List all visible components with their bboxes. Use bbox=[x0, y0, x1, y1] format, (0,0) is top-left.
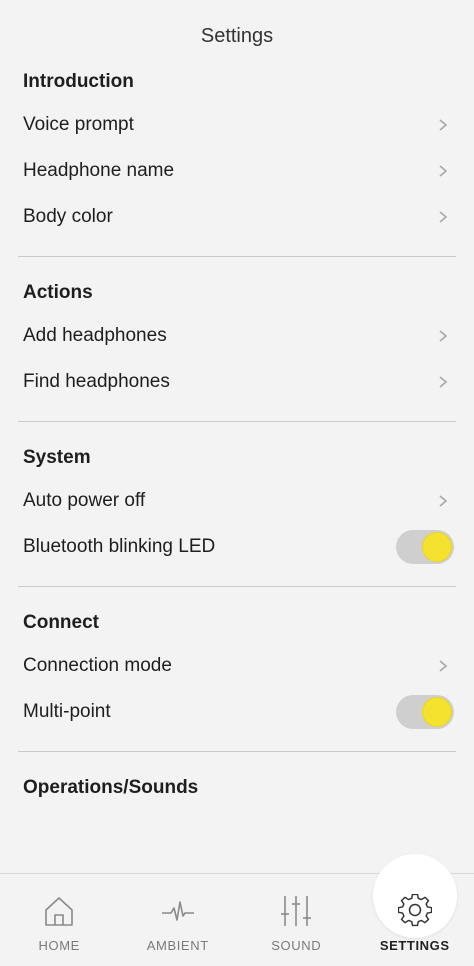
row-body-color[interactable]: Body color bbox=[18, 194, 456, 240]
divider bbox=[18, 421, 456, 422]
row-label: Auto power off bbox=[23, 490, 146, 511]
home-icon bbox=[45, 897, 74, 926]
row-label: Find headphones bbox=[23, 371, 170, 392]
chevron-right-icon bbox=[439, 330, 448, 342]
row-find-headphones[interactable]: Find headphones bbox=[18, 359, 456, 405]
row-label: Multi-point bbox=[23, 701, 111, 722]
bottom-tab-bar: HOME AMBIENT SOUND SETTINGS bbox=[0, 854, 474, 966]
section-connect: Connect Connection mode Multi-point bbox=[0, 603, 474, 735]
waveform-icon bbox=[161, 901, 194, 921]
section-system: System Auto power off Bluetooth blinking… bbox=[0, 438, 474, 570]
tab-label: HOME bbox=[38, 938, 80, 953]
tab-home[interactable]: HOME bbox=[0, 874, 119, 966]
chevron-right-icon bbox=[439, 376, 448, 388]
page-title: Settings bbox=[200, 24, 274, 47]
multi-point-toggle[interactable] bbox=[396, 695, 454, 729]
row-label: Bluetooth blinking LED bbox=[23, 536, 216, 557]
tab-label: AMBIENT bbox=[146, 938, 209, 953]
chevron-right-icon bbox=[439, 660, 448, 672]
chevron-right-icon bbox=[439, 495, 448, 507]
section-actions: Actions Add headphones Find headphones bbox=[0, 273, 474, 405]
section-introduction: Introduction Voice prompt Headphone name… bbox=[0, 62, 474, 240]
section-operations-sounds: Operations/Sounds bbox=[0, 768, 474, 808]
section-title: System bbox=[23, 447, 91, 468]
row-voice-prompt[interactable]: Voice prompt bbox=[18, 102, 456, 148]
row-add-headphones[interactable]: Add headphones bbox=[18, 313, 456, 359]
section-title: Connect bbox=[23, 612, 99, 633]
tab-sound[interactable]: SOUND bbox=[237, 874, 356, 966]
chevron-right-icon bbox=[439, 211, 448, 223]
row-label: Body color bbox=[23, 206, 113, 227]
divider bbox=[18, 256, 456, 257]
tab-label: SOUND bbox=[271, 938, 322, 953]
divider bbox=[18, 751, 456, 752]
section-title: Introduction bbox=[23, 71, 134, 92]
section-title: Operations/Sounds bbox=[23, 777, 199, 798]
row-auto-power-off[interactable]: Auto power off bbox=[18, 478, 456, 524]
tab-settings[interactable]: SETTINGS bbox=[356, 854, 474, 966]
divider bbox=[18, 586, 456, 587]
toggle-knob bbox=[422, 532, 452, 562]
header: Settings bbox=[0, 0, 474, 62]
section-title: Actions bbox=[23, 282, 93, 303]
row-multi-point: Multi-point bbox=[18, 689, 456, 735]
row-label: Connection mode bbox=[23, 655, 172, 676]
settings-list: Introduction Voice prompt Headphone name… bbox=[0, 62, 474, 808]
equalizer-icon bbox=[281, 896, 312, 926]
bluetooth-led-toggle[interactable] bbox=[396, 530, 454, 564]
row-label: Add headphones bbox=[23, 325, 167, 346]
chevron-right-icon bbox=[439, 165, 448, 177]
row-bluetooth-blinking-led: Bluetooth blinking LED bbox=[18, 524, 456, 570]
toggle-knob bbox=[422, 697, 452, 727]
row-label: Voice prompt bbox=[23, 114, 134, 135]
row-headphone-name[interactable]: Headphone name bbox=[18, 148, 456, 194]
row-label: Headphone name bbox=[23, 160, 175, 181]
row-connection-mode[interactable]: Connection mode bbox=[18, 643, 456, 689]
tab-ambient[interactable]: AMBIENT bbox=[119, 874, 238, 966]
gear-icon bbox=[397, 894, 432, 927]
chevron-right-icon bbox=[439, 119, 448, 131]
tab-label: SETTINGS bbox=[379, 938, 450, 953]
